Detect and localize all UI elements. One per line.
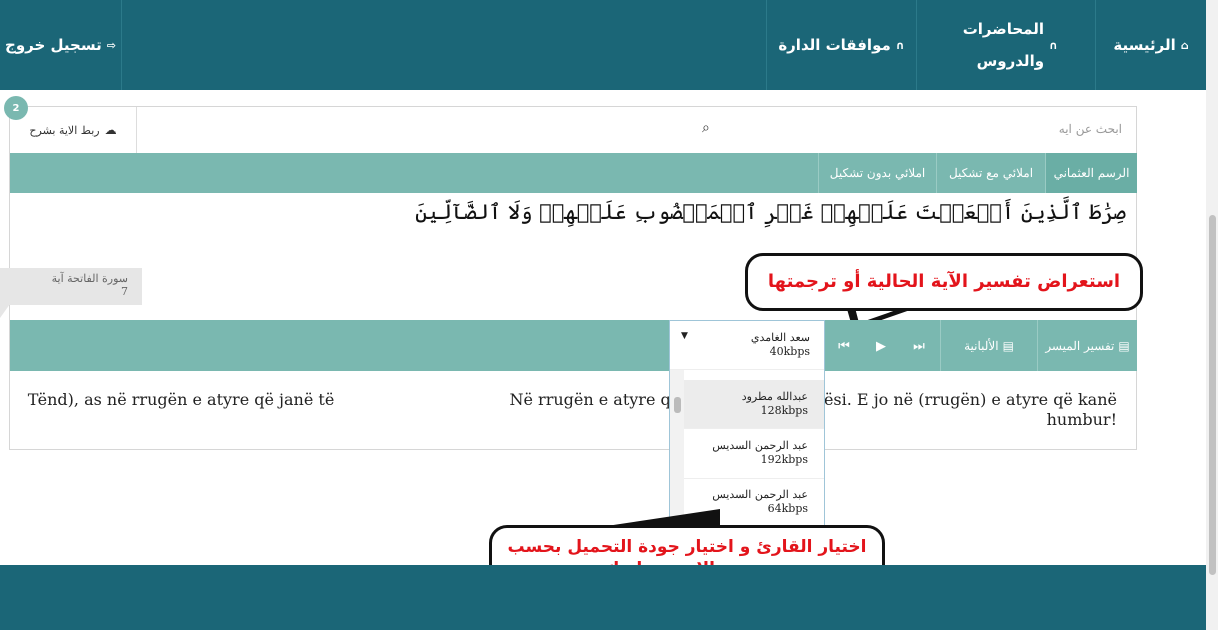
navbar-spacer — [122, 0, 766, 90]
surah-ayah-label: سورة الفاتحة آية 7 — [0, 268, 142, 305]
reciter-option-name: عبد الرحمن السديس — [712, 488, 808, 501]
ayah-number: 7 — [121, 285, 128, 298]
ayah-text: صِرَٰطَ ٱلَّذِينَ أَنۡعَمۡتَ عَلَيۡهِمۡ … — [415, 200, 1126, 224]
reciter-selected-bitrate: 40kbps — [769, 345, 810, 358]
reciter-selected-name: سعد الغامدي — [750, 331, 810, 344]
nav-logout[interactable]: ⇨ تسجيل خروج — [0, 0, 122, 90]
nav-lectures-label: المحاضرات والدروس — [962, 20, 1045, 70]
caret-down-icon[interactable]: ▼ — [681, 331, 688, 341]
tab-albanian[interactable]: ▤ الألبانية — [940, 320, 1037, 371]
nav-approvals-label: موافقات الدارة — [778, 36, 891, 54]
reciter-option-bitrate: 192kbps — [760, 453, 808, 466]
nav-approvals[interactable]: ∩ موافقات الدارة — [766, 0, 916, 90]
tab-uthmani[interactable]: الرسم العثماني — [1045, 153, 1137, 193]
search-icon[interactable]: ⌕ — [702, 120, 710, 136]
reciter-selected-value: سعد الغامدي 40kbps — [698, 331, 810, 359]
tab-tafsir-muyassar-label: تفسير الميسر — [1045, 338, 1115, 353]
book-icon: ▤ — [1118, 338, 1130, 353]
surah-label-notch — [0, 304, 10, 318]
sign-out-icon: ⇨ — [106, 38, 116, 52]
reciter-option-name: عبدالله مطرود — [741, 390, 808, 403]
nav-home-label: الرئيسية — [1113, 36, 1176, 54]
reciter-option-name: عبد الرحمن السديس — [712, 439, 808, 452]
link-ayah-button[interactable]: ☁ ربط الاية بشرح — [10, 107, 137, 153]
nav-logout-label: تسجيل خروج — [5, 36, 102, 54]
page-footer — [0, 565, 1206, 630]
tab-tafsir-muyassar[interactable]: ▤ تفسير الميسر — [1037, 320, 1137, 371]
ayah-search-input[interactable] — [720, 113, 1124, 145]
dropdown-scrollbar[interactable] — [670, 370, 684, 525]
prev-ayah-button[interactable]: ⏮ — [833, 336, 855, 356]
headphones-icon: ∩ — [895, 38, 905, 52]
tab-imlaai-tashkeel[interactable]: املائي مع تشكيل — [936, 153, 1045, 193]
ayah-translation: Tënd), as në rrugën e atyre që janë të N… — [20, 390, 1117, 430]
book-icon: ▤ — [1002, 338, 1014, 353]
reciter-option-bitrate: 128kbps — [760, 404, 808, 417]
dropdown-scrollbar-thumb[interactable] — [674, 397, 681, 413]
headphones-icon: ∩ — [1049, 38, 1058, 52]
home-icon: ⌂ — [1180, 38, 1189, 52]
next-ayah-button[interactable]: ⏭ — [908, 336, 930, 356]
play-button[interactable]: ▶ — [870, 336, 892, 356]
translation-text-after: Tënd), as në rrugën e atyre që janë të — [27, 390, 335, 409]
reciter-option-text: عبدالله مطرود 128kbps — [696, 390, 808, 418]
fast-forward-icon: ⏭ — [913, 338, 925, 354]
surah-name: سورة الفاتحة آية — [51, 272, 128, 285]
reciter-option-text: عبد الرحمن السديس 192kbps — [696, 439, 808, 467]
nav-lectures[interactable]: ∩ المحاضرات والدروس — [916, 0, 1095, 90]
tafsir-callout: استعراض تفسير الآية الحالية أو ترجمتها — [745, 253, 1143, 311]
link-ayah-label: ربط الاية بشرح — [29, 123, 100, 137]
tab-albanian-label: الألبانية — [964, 338, 999, 353]
nav-home[interactable]: ⌂ الرئيسية — [1095, 0, 1206, 90]
play-icon: ▶ — [876, 338, 886, 354]
translation-text-end: !humbur — [1046, 410, 1117, 429]
cloud-upload-icon: ☁ — [104, 123, 117, 137]
rewind-icon: ⏮ — [838, 338, 850, 354]
page-scrollbar-thumb[interactable] — [1209, 215, 1216, 575]
tab-imlaai-no-tashkeel[interactable]: املائي بدون تشكيل — [818, 153, 936, 193]
